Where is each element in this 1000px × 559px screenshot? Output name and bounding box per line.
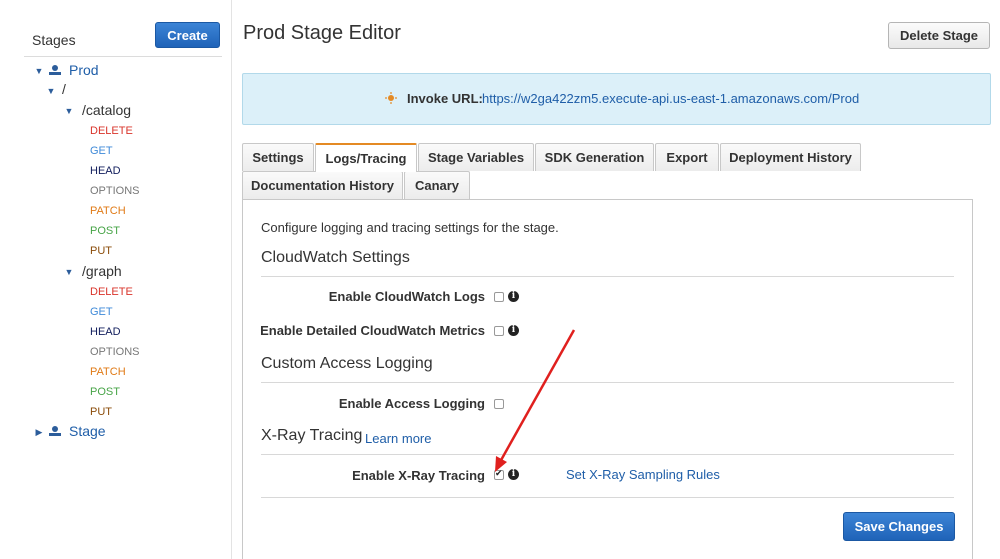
method-options[interactable]: OPTIONS xyxy=(90,185,140,197)
logs-tracing-panel: Configure logging and tracing settings f… xyxy=(242,199,973,559)
cloudwatch-logs-label: Enable CloudWatch Logs xyxy=(328,289,485,304)
xray-tracing-heading: X-Ray Tracing xyxy=(261,427,363,444)
sidebar-divider xyxy=(24,56,222,57)
section-divider xyxy=(261,497,954,498)
create-stage-button[interactable]: Create xyxy=(155,22,220,48)
method-head[interactable]: HEAD xyxy=(90,326,121,338)
tab-settings[interactable]: Settings xyxy=(242,143,314,171)
expand-caret-icon[interactable]: ▶ xyxy=(34,427,44,438)
stages-heading: Stages xyxy=(32,32,76,48)
delete-stage-button[interactable]: Delete Stage xyxy=(888,22,990,49)
tree-resource-graph[interactable]: /graph xyxy=(82,263,122,279)
stage-icon xyxy=(48,64,62,76)
collapse-caret-icon[interactable]: ▼ xyxy=(46,86,56,96)
custom-access-logging-heading: Custom Access Logging xyxy=(261,355,433,372)
invoke-url-label: Invoke URL: xyxy=(407,91,483,106)
method-head[interactable]: HEAD xyxy=(90,165,121,177)
tab-sdk-generation[interactable]: SDK Generation xyxy=(535,143,654,171)
xray-tracing-checkbox[interactable] xyxy=(494,468,504,480)
section-divider xyxy=(261,382,954,383)
invoke-url-link[interactable]: https://w2ga422zm5.execute-api.us-east-1… xyxy=(482,91,859,106)
xray-sampling-rules-link[interactable]: Set X-Ray Sampling Rules xyxy=(566,467,720,482)
section-divider xyxy=(261,276,954,277)
method-options[interactable]: OPTIONS xyxy=(90,346,140,358)
access-logging-checkbox[interactable] xyxy=(494,399,504,409)
method-delete[interactable]: DELETE xyxy=(90,286,133,298)
tree-resource-catalog[interactable]: /catalog xyxy=(82,102,131,118)
tree-stage-stage[interactable]: Stage xyxy=(69,423,106,439)
method-delete[interactable]: DELETE xyxy=(90,125,133,137)
method-post[interactable]: POST xyxy=(90,225,120,237)
access-logging-label: Enable Access Logging xyxy=(338,396,485,411)
section-divider xyxy=(261,454,954,455)
cloudwatch-logs-checkbox[interactable] xyxy=(494,292,504,302)
method-put[interactable]: PUT xyxy=(90,406,112,418)
method-patch[interactable]: PATCH xyxy=(90,366,126,378)
tab-stage-variables[interactable]: Stage Variables xyxy=(418,143,534,171)
cloudwatch-metrics-checkbox[interactable] xyxy=(494,326,504,336)
xray-learn-more-link[interactable]: Learn more xyxy=(365,431,431,446)
stage-icon xyxy=(48,425,62,437)
save-changes-button[interactable]: Save Changes xyxy=(843,512,955,541)
info-icon[interactable]: i xyxy=(508,291,519,302)
cloudwatch-settings-heading: CloudWatch Settings xyxy=(261,249,410,266)
tab-documentation-history[interactable]: Documentation History xyxy=(242,171,403,199)
stages-sidebar: Stages Create ▼ Prod ▼ / ▼ /catalog DELE… xyxy=(0,0,232,559)
sun-icon xyxy=(385,91,397,104)
collapse-caret-icon[interactable]: ▼ xyxy=(64,106,74,116)
tree-resource-root[interactable]: / xyxy=(62,81,66,97)
cloudwatch-metrics-label: Enable Detailed CloudWatch Metrics xyxy=(260,323,485,338)
info-icon[interactable]: i xyxy=(508,469,519,480)
collapse-caret-icon[interactable]: ▼ xyxy=(34,66,44,76)
tab-canary[interactable]: Canary xyxy=(404,171,470,199)
tab-export[interactable]: Export xyxy=(655,143,719,171)
tree-stage-prod[interactable]: Prod xyxy=(69,62,99,78)
method-patch[interactable]: PATCH xyxy=(90,205,126,217)
page-title: Prod Stage Editor xyxy=(243,22,401,44)
tab-logs-tracing[interactable]: Logs/Tracing xyxy=(315,143,417,172)
method-get[interactable]: GET xyxy=(90,145,113,157)
panel-description: Configure logging and tracing settings f… xyxy=(261,220,559,235)
xray-tracing-label: Enable X-Ray Tracing xyxy=(352,468,485,483)
method-post[interactable]: POST xyxy=(90,386,120,398)
collapse-caret-icon[interactable]: ▼ xyxy=(64,267,74,277)
method-put[interactable]: PUT xyxy=(90,245,112,257)
tab-deployment-history[interactable]: Deployment History xyxy=(720,143,861,171)
invoke-url-banner: Invoke URL: https://w2ga422zm5.execute-a… xyxy=(242,73,991,125)
method-get[interactable]: GET xyxy=(90,306,113,318)
info-icon[interactable]: i xyxy=(508,325,519,336)
